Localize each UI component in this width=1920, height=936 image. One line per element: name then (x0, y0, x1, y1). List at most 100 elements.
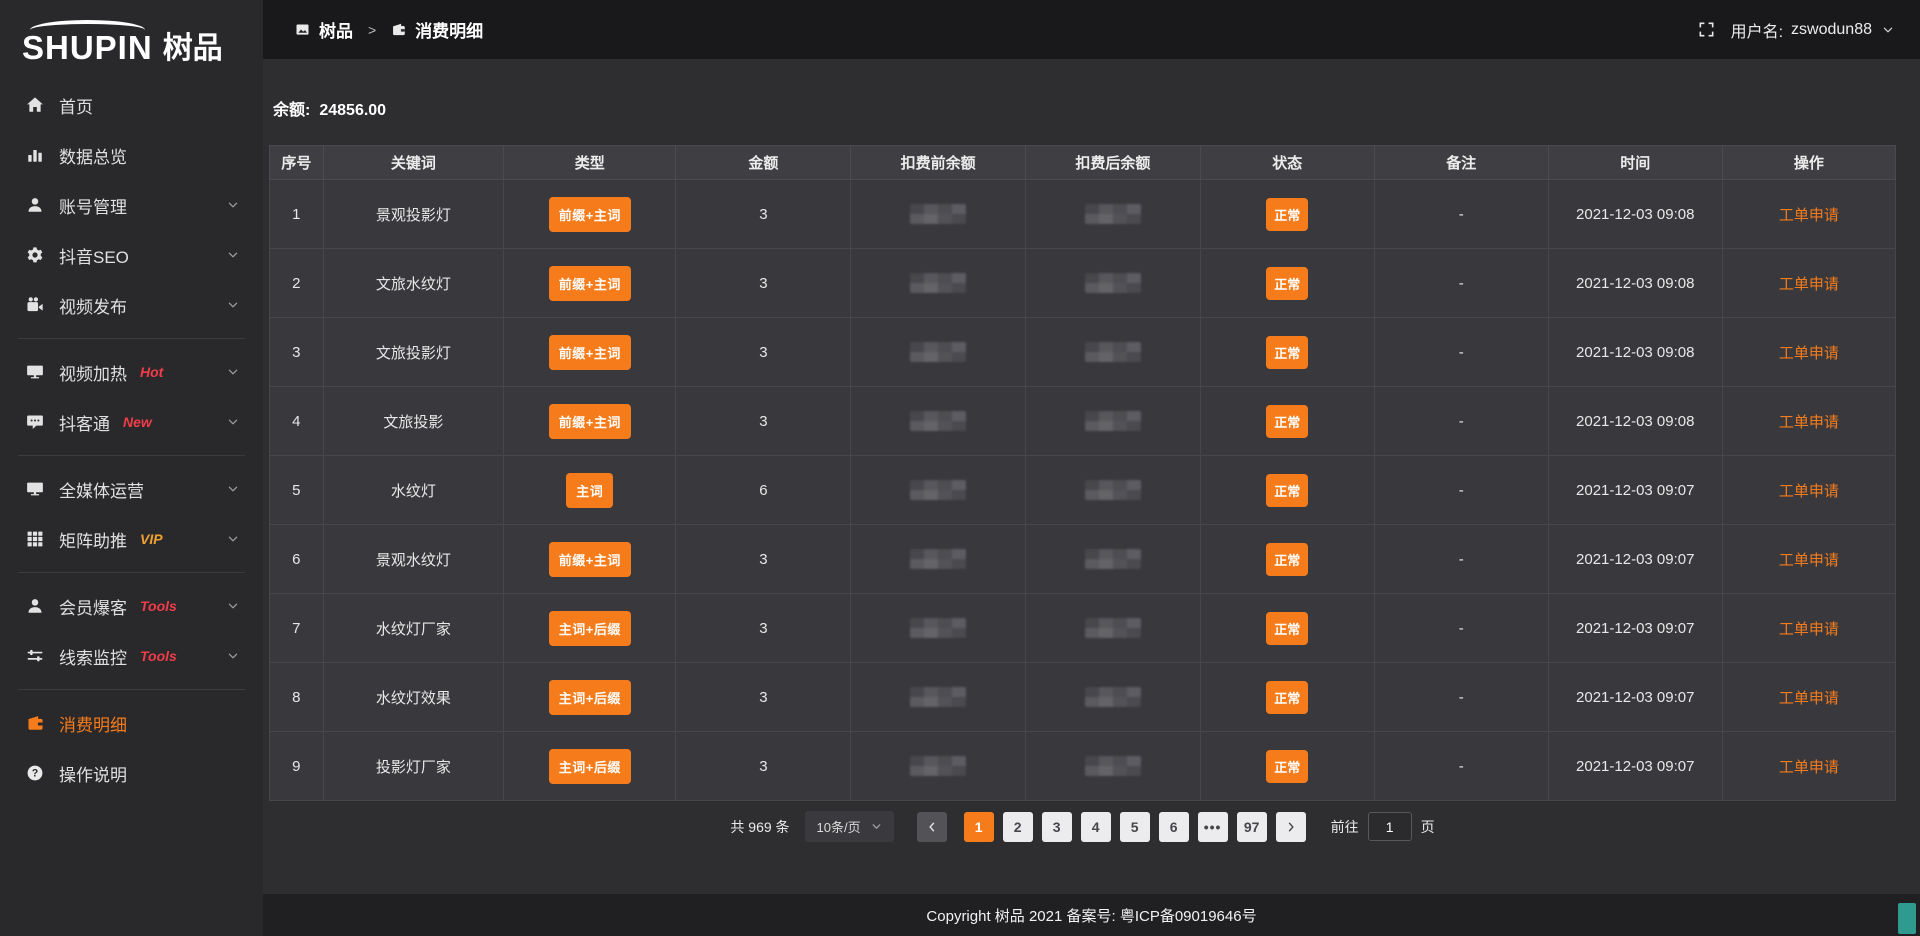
pagination: 共 969 条10条/页123456•••97前往页 (269, 811, 1896, 842)
sidebar-item-clue-monitor[interactable]: 线索监控Tools (0, 631, 263, 681)
breadcrumb-item-home[interactable]: 树品 (319, 17, 353, 42)
sidebar-item-label: 操作说明 (59, 761, 127, 786)
page-button-2[interactable]: 2 (1003, 812, 1033, 842)
sidebar-item-video-heat[interactable]: 视频加热Hot (0, 347, 263, 397)
cell-time: 2021-12-03 09:07 (1548, 525, 1722, 594)
chevron-down-icon (227, 533, 239, 545)
cell-type: 前缀+主词 (504, 525, 676, 594)
work-order-link[interactable]: 工单申请 (1779, 621, 1839, 638)
next-page-button[interactable] (1276, 812, 1306, 842)
censored-balance (1085, 687, 1141, 707)
cell-balance-before (851, 249, 1026, 318)
type-badge: 主词 (566, 473, 613, 508)
work-order-link[interactable]: 工单申请 (1779, 483, 1839, 500)
sidebar-group: 会员爆客Tools线索监控Tools (0, 581, 263, 681)
work-order-link[interactable]: 工单申请 (1779, 207, 1839, 224)
censored-balance (910, 756, 966, 776)
cell-amount: 3 (676, 594, 851, 663)
sidebar-menu: 首页数据总览账号管理抖音SEO视频发布视频加热Hot 抖客通 New 全媒体运营矩阵助… (0, 74, 263, 936)
fullscreen-icon[interactable] (1698, 21, 1715, 38)
work-order-link[interactable]: 工单申请 (1779, 690, 1839, 707)
cell-type: 主词 (504, 456, 676, 525)
breadcrumb: 树品 > 消费明细 (295, 17, 483, 42)
censored-balance (1085, 342, 1141, 362)
sidebar-group: 视频加热Hot 抖客通 New (0, 347, 263, 447)
work-order-link[interactable]: 工单申请 (1779, 759, 1839, 776)
page-button-6[interactable]: 6 (1159, 812, 1189, 842)
sidebar-item-doukertong[interactable]: 抖客通 New (0, 397, 263, 447)
gear-icon (26, 246, 44, 264)
prev-page-button[interactable] (917, 812, 947, 842)
table-body: 1景观投影灯前缀+主词3正常-2021-12-03 09:08工单申请2文旅水纹… (270, 180, 1896, 801)
column-header: 时间 (1548, 146, 1722, 180)
page-button-1[interactable]: 1 (964, 812, 994, 842)
cell-balance-after (1026, 732, 1201, 801)
cell-no: 7 (270, 594, 324, 663)
work-order-link[interactable]: 工单申请 (1779, 552, 1839, 569)
censored-balance (910, 618, 966, 638)
type-badge: 主词+后缀 (549, 680, 631, 715)
cell-keyword: 文旅水纹灯 (323, 249, 503, 318)
page-size-select[interactable]: 10条/页 (805, 811, 894, 842)
sidebar-item-label: 会员爆客 (59, 594, 127, 619)
chevron-down-icon (227, 483, 239, 495)
column-header: 关键词 (323, 146, 503, 180)
cell-balance-after (1026, 387, 1201, 456)
sidebar-item-data-overview[interactable]: 数据总览 (0, 130, 263, 180)
page-button-97[interactable]: 97 (1237, 812, 1267, 842)
type-badge: 前缀+主词 (549, 197, 631, 232)
cell-action: 工单申请 (1722, 456, 1895, 525)
sidebar-item-all-media-operation[interactable]: 全媒体运营 (0, 464, 263, 514)
corner-widget[interactable] (1898, 903, 1916, 934)
sidebar-item-label: 抖客通 (59, 410, 110, 435)
breadcrumb-separator: > (368, 22, 376, 38)
cell-no: 9 (270, 732, 324, 801)
menu-badge: New (123, 414, 152, 430)
chevron-down-icon (871, 821, 882, 832)
sidebar-item-account-management[interactable]: 账号管理 (0, 180, 263, 230)
sidebar-item-consumption-detail[interactable]: 消费明细 (0, 698, 263, 748)
table-row: 2文旅水纹灯前缀+主词3正常-2021-12-03 09:08工单申请 (270, 249, 1896, 318)
menu-divider (18, 455, 245, 456)
work-order-link[interactable]: 工单申请 (1779, 345, 1839, 362)
work-order-link[interactable]: 工单申请 (1779, 414, 1839, 431)
sidebar-item-video-publish[interactable]: 视频发布 (0, 280, 263, 330)
sidebar-item-operation-guide[interactable]: ?操作说明 (0, 748, 263, 798)
cell-amount: 3 (676, 525, 851, 594)
page-button-4[interactable]: 4 (1081, 812, 1111, 842)
page-button-5[interactable]: 5 (1120, 812, 1150, 842)
sidebar-item-matrix-boost[interactable]: 矩阵助推VIP (0, 514, 263, 564)
menu-divider (18, 338, 245, 339)
cell-balance-before (851, 525, 1026, 594)
sidebar-item-home[interactable]: 首页 (0, 80, 263, 130)
display-icon (26, 363, 44, 381)
cell-no: 8 (270, 663, 324, 732)
goto-page-input[interactable] (1368, 812, 1412, 841)
logo-text-en: SHUPIN (22, 31, 153, 64)
cell-balance-after (1026, 663, 1201, 732)
table-row: 8水纹灯效果主词+后缀3正常-2021-12-03 09:07工单申请 (270, 663, 1896, 732)
cell-status: 正常 (1200, 249, 1374, 318)
page-button-3[interactable]: 3 (1042, 812, 1072, 842)
sidebar: SHUPIN 树品 首页数据总览账号管理抖音SEO视频发布视频加热Hot 抖客通 N… (0, 0, 263, 936)
cell-type: 前缀+主词 (504, 180, 676, 249)
goto-label: 前往 (1331, 817, 1359, 837)
username[interactable]: zswodun88 (1791, 21, 1872, 39)
sidebar-item-label: 消费明细 (59, 711, 127, 736)
status-badge: 正常 (1266, 612, 1308, 645)
sidebar-item-douyin-seo[interactable]: 抖音SEO (0, 230, 263, 280)
type-badge: 前缀+主词 (549, 335, 631, 370)
cell-type: 主词+后缀 (504, 663, 676, 732)
total-count: 共 969 条 (730, 817, 789, 837)
chevron-down-icon[interactable] (1882, 24, 1894, 36)
consumption-table: 序号关键词类型金额扣费前余额扣费后余额状态备注时间操作 1景观投影灯前缀+主词3… (269, 145, 1896, 801)
chevron-down-icon (227, 249, 239, 261)
sidebar-item-member-burst[interactable]: 会员爆客Tools (0, 581, 263, 631)
topbar-right: 用户名: zswodun88 (1698, 18, 1894, 42)
logo-text-cn: 树品 (163, 34, 223, 64)
ellipsis-button[interactable]: ••• (1198, 812, 1228, 842)
balance: 余额:24856.00 (273, 96, 1896, 120)
censored-balance (910, 687, 966, 707)
work-order-link[interactable]: 工单申请 (1779, 276, 1839, 293)
cell-remark: - (1374, 456, 1548, 525)
